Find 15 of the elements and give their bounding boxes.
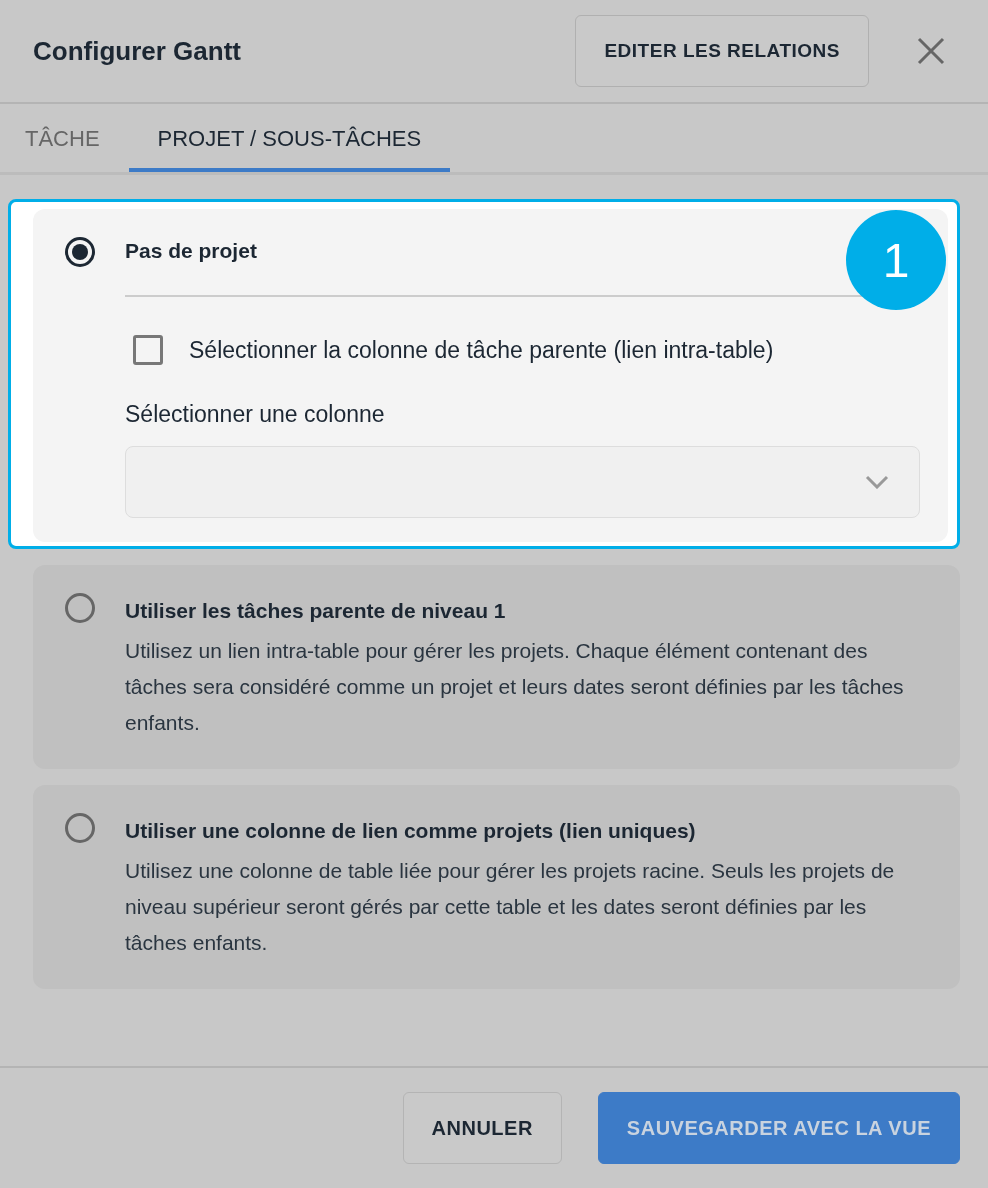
radio-button[interactable]: [65, 237, 95, 267]
edit-relations-button[interactable]: EDITER LES RELATIONS: [575, 15, 869, 87]
checkbox[interactable]: [133, 335, 163, 365]
radio-button[interactable]: [65, 813, 95, 843]
tab[interactable]: PROJET / SOUS-TÂCHES: [128, 104, 451, 172]
chevron-down-icon: [865, 475, 889, 489]
field-label: Sélectionner une colonne: [125, 401, 386, 428]
option-description: Utilisez un lien intra-table pour gérer les projets. Chaque élément contenant des tâches sera considéré comme un projet et leurs dates seront définies par les tâches enfants.: [125, 638, 905, 736]
radio-button[interactable]: [65, 593, 95, 623]
option-title: Utiliser les tâches parente de niveau 1: [125, 598, 507, 624]
checkbox-label: Sélectionner la colonne de tâche parente (lien intra-table): [189, 336, 774, 364]
cancel-button[interactable]: ANNULER: [402, 1092, 562, 1164]
dialog-title: Configurer Gantt: [33, 35, 242, 67]
option-title: Utiliser une colonne de lien comme projets (lien uniques): [125, 818, 697, 844]
option-description: Utilisez une colonne de table liée pour gérer les projets racine. Seuls les projets de niveau supérieur seront gérés par cette table et les dates seront définies par les tâches enfants.: [125, 858, 896, 956]
